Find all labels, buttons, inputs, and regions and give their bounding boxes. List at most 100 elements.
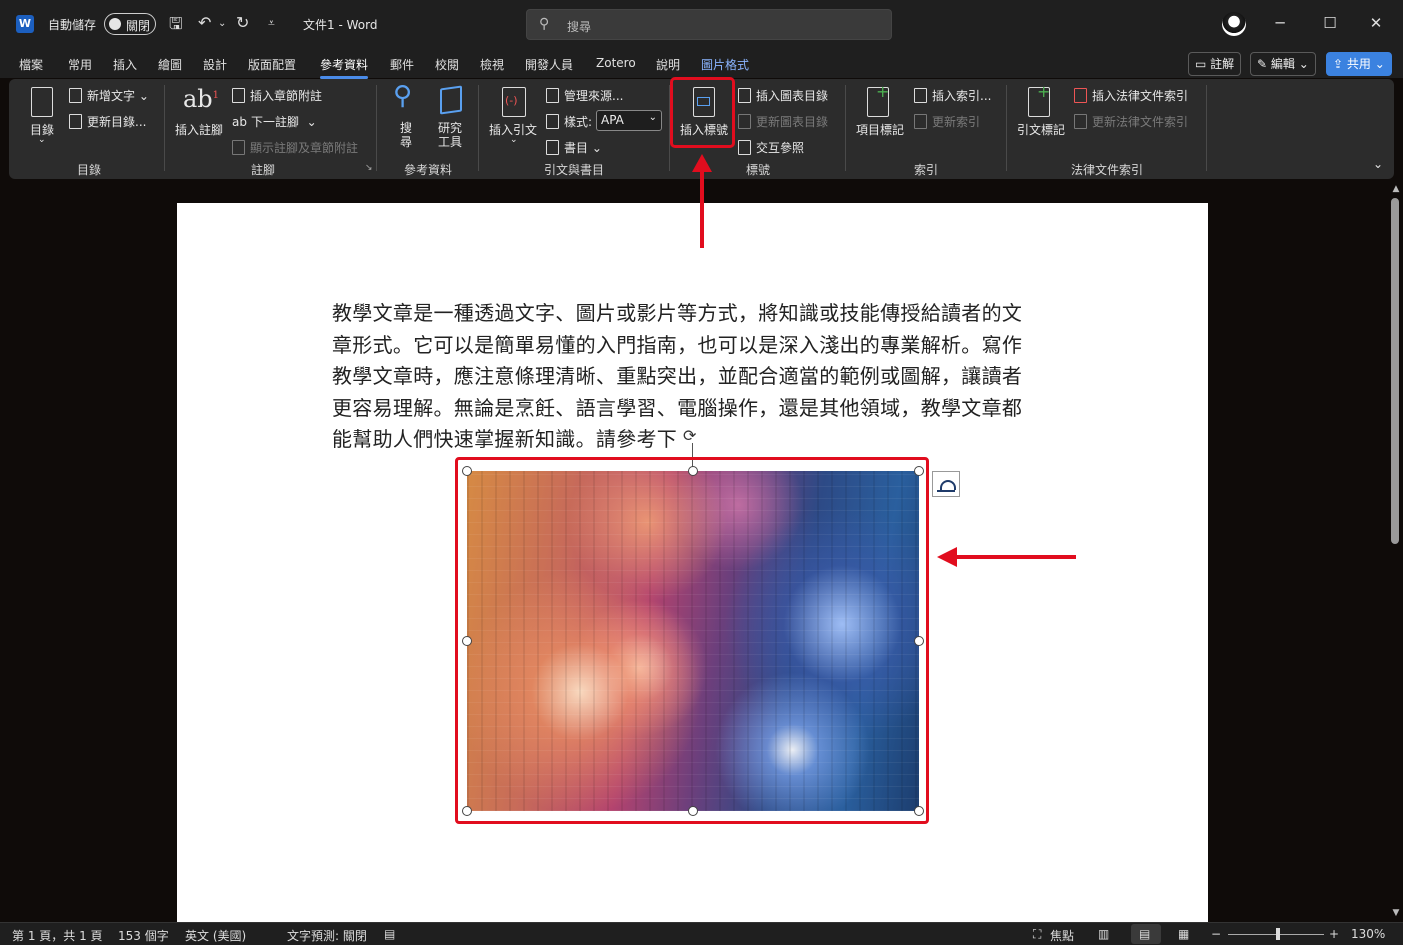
resize-handle-right[interactable]	[914, 636, 924, 646]
cross-reference-button[interactable]: 交互參照	[738, 139, 804, 156]
resize-handle-top[interactable]	[688, 466, 698, 476]
tab-home[interactable]: 常用	[68, 56, 92, 73]
customize-toolbar-icon[interactable]: ⩡	[268, 16, 275, 31]
zoom-slider-thumb[interactable]	[1276, 928, 1280, 940]
tab-zotero[interactable]: Zotero	[596, 56, 636, 70]
plus-icon: +	[876, 82, 890, 101]
group-label-citations: 引文與書目	[544, 163, 605, 177]
rotate-handle-icon[interactable]: ⟳	[683, 426, 696, 445]
update-table-button[interactable]: 更新圖表目錄	[738, 113, 828, 130]
comments-button[interactable]: ▭ 註解	[1188, 52, 1242, 76]
citation-dropdown-icon[interactable]: ⌄	[510, 135, 518, 145]
zoom-in-button[interactable]: +	[1329, 927, 1339, 941]
update-toc-button[interactable]: 更新目錄...	[69, 113, 146, 130]
maximize-button[interactable]: ☐	[1320, 14, 1340, 32]
search-button[interactable]: 搜 尋	[400, 121, 412, 149]
word-count[interactable]: 153 個字	[118, 927, 169, 944]
tab-review[interactable]: 校閱	[435, 56, 459, 73]
user-avatar[interactable]	[1222, 12, 1246, 36]
style-icon	[546, 114, 559, 129]
save-icon[interactable]: 🖫	[169, 13, 183, 40]
minimize-button[interactable]: ─	[1270, 14, 1290, 32]
focus-button[interactable]: 焦點	[1050, 927, 1074, 944]
focus-icon[interactable]: ⛶	[1033, 927, 1041, 942]
researcher-icon[interactable]	[440, 85, 462, 115]
text-predictions-status[interactable]: 文字預測: 關閉	[287, 927, 367, 944]
print-layout-icon[interactable]: ▤	[1139, 927, 1150, 941]
scroll-up-icon[interactable]: ▲	[1389, 184, 1403, 194]
insert-caption-highlight	[670, 77, 735, 148]
editing-label: 編輯	[1270, 57, 1295, 71]
insert-table-of-figures-button[interactable]: 插入圖表目錄	[738, 87, 828, 104]
manage-sources-icon	[546, 88, 559, 103]
autosave-toggle[interactable]: 關閉	[104, 13, 156, 35]
insert-index-label: 插入索引...	[932, 89, 992, 103]
resize-handle-bottom-left[interactable]	[462, 806, 472, 816]
collapse-ribbon-icon[interactable]: ⌄	[1373, 157, 1383, 171]
tab-mailings[interactable]: 郵件	[390, 56, 414, 73]
web-layout-icon[interactable]: ▦	[1178, 927, 1189, 941]
close-button[interactable]: ✕	[1366, 14, 1386, 32]
search-research-icon[interactable]: ⚲	[393, 81, 412, 111]
zoom-level[interactable]: 130%	[1351, 927, 1385, 941]
redo-icon[interactable]: ↻	[236, 13, 249, 32]
next-footnote-icon: ab	[232, 115, 247, 129]
layout-options-button[interactable]	[932, 471, 960, 497]
tab-insert[interactable]: 插入	[113, 56, 137, 73]
update-index-label: 更新索引	[932, 115, 981, 129]
resize-handle-top-left[interactable]	[462, 466, 472, 476]
zoom-out-button[interactable]: −	[1211, 927, 1221, 941]
tab-file[interactable]: 檔案	[19, 56, 43, 73]
tab-design[interactable]: 設計	[203, 56, 227, 73]
insert-endnote-button[interactable]: 插入章節附註	[232, 87, 322, 104]
language-status[interactable]: 英文 (美國)	[185, 927, 246, 944]
undo-icon[interactable]: ↶	[198, 13, 211, 32]
tab-view[interactable]: 檢視	[480, 56, 504, 73]
resize-handle-top-right[interactable]	[914, 466, 924, 476]
insert-table-of-authorities-button[interactable]: 插入法律文件索引	[1074, 87, 1188, 104]
mark-citation-icon[interactable]: +	[1028, 82, 1050, 117]
resize-handle-bottom[interactable]	[688, 806, 698, 816]
share-button[interactable]: ⇪ 共用 ⌄	[1326, 52, 1392, 76]
separator	[478, 85, 479, 171]
update-index-button[interactable]: 更新索引	[914, 113, 980, 130]
resize-handle-left[interactable]	[462, 636, 472, 646]
insert-index-button[interactable]: 插入索引...	[914, 87, 991, 104]
undo-dropdown-icon[interactable]: ⌄	[218, 18, 226, 29]
tab-developer[interactable]: 開發人員	[525, 56, 573, 73]
show-notes-button[interactable]: 顯示註腳及章節附註	[232, 139, 358, 156]
annotation-arrow-up	[700, 170, 704, 248]
add-text-button[interactable]: 新增文字 ⌄	[69, 87, 149, 104]
add-text-icon	[69, 88, 82, 103]
insert-footnote-button[interactable]: 插入註腳	[175, 121, 223, 138]
tab-layout[interactable]: 版面配置	[248, 56, 296, 73]
scroll-down-icon[interactable]: ▼	[1389, 908, 1403, 918]
toc-dropdown-icon[interactable]: ⌄	[38, 135, 46, 145]
accessibility-icon[interactable]: ▤	[384, 927, 395, 941]
scroll-thumb[interactable]	[1391, 198, 1399, 544]
researcher-button[interactable]: 研究 工具	[438, 121, 462, 149]
mark-citation-button[interactable]: 引文標記	[1017, 121, 1065, 138]
tab-draw[interactable]: 繪圖	[158, 56, 182, 73]
tab-references[interactable]: 參考資料	[320, 56, 369, 79]
tab-help[interactable]: 說明	[656, 56, 680, 73]
insert-citation-icon[interactable]: (-)	[502, 87, 526, 117]
read-mode-icon[interactable]: ▥	[1098, 927, 1109, 941]
footnote-ab-icon[interactable]: ab1	[183, 85, 219, 113]
search-input[interactable]: ⚲ 搜尋	[526, 9, 892, 40]
bibliography-button[interactable]: 書目 ⌄	[546, 139, 602, 156]
mark-entry-icon[interactable]: +	[867, 82, 889, 117]
citation-style-select[interactable]: APA ⌄	[596, 110, 662, 131]
dialog-launcher-icon[interactable]: ↘	[365, 163, 373, 173]
resize-handle-bottom-right[interactable]	[914, 806, 924, 816]
update-table-of-authorities-button[interactable]: 更新法律文件索引	[1074, 113, 1188, 130]
chevron-down-icon: ⌄	[648, 112, 657, 123]
mark-entry-button[interactable]: 項目標記	[856, 121, 904, 138]
toc-icon[interactable]	[31, 87, 53, 117]
editing-button[interactable]: ✎ 編輯 ⌄	[1250, 52, 1316, 76]
update-toc-label: 更新目錄...	[87, 115, 147, 129]
next-footnote-button[interactable]: ab 下一註腳 ⌄	[232, 113, 317, 130]
tab-picture-format[interactable]: 圖片格式	[701, 56, 749, 73]
page-count[interactable]: 第 1 頁，共 1 頁	[12, 927, 103, 944]
manage-sources-button[interactable]: 管理來源...	[546, 87, 623, 104]
